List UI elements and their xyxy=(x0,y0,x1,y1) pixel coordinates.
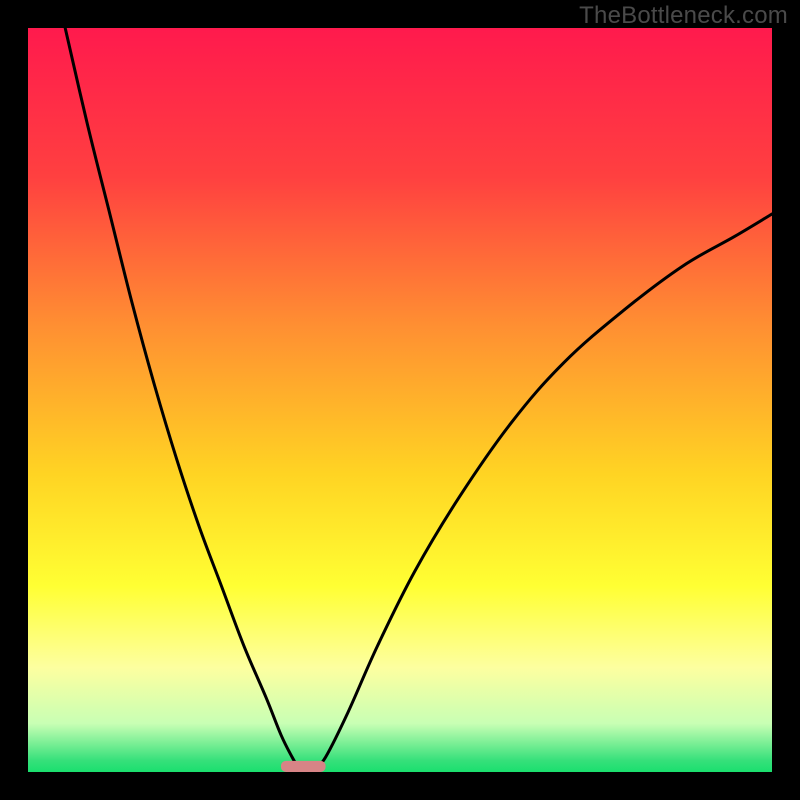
watermark-text: TheBottleneck.com xyxy=(579,2,788,30)
chart-frame: TheBottleneck.com xyxy=(0,0,800,800)
gradient-background xyxy=(28,28,772,772)
optimal-marker xyxy=(281,761,326,772)
plot-area xyxy=(28,28,772,772)
bottleneck-chart xyxy=(28,28,772,772)
